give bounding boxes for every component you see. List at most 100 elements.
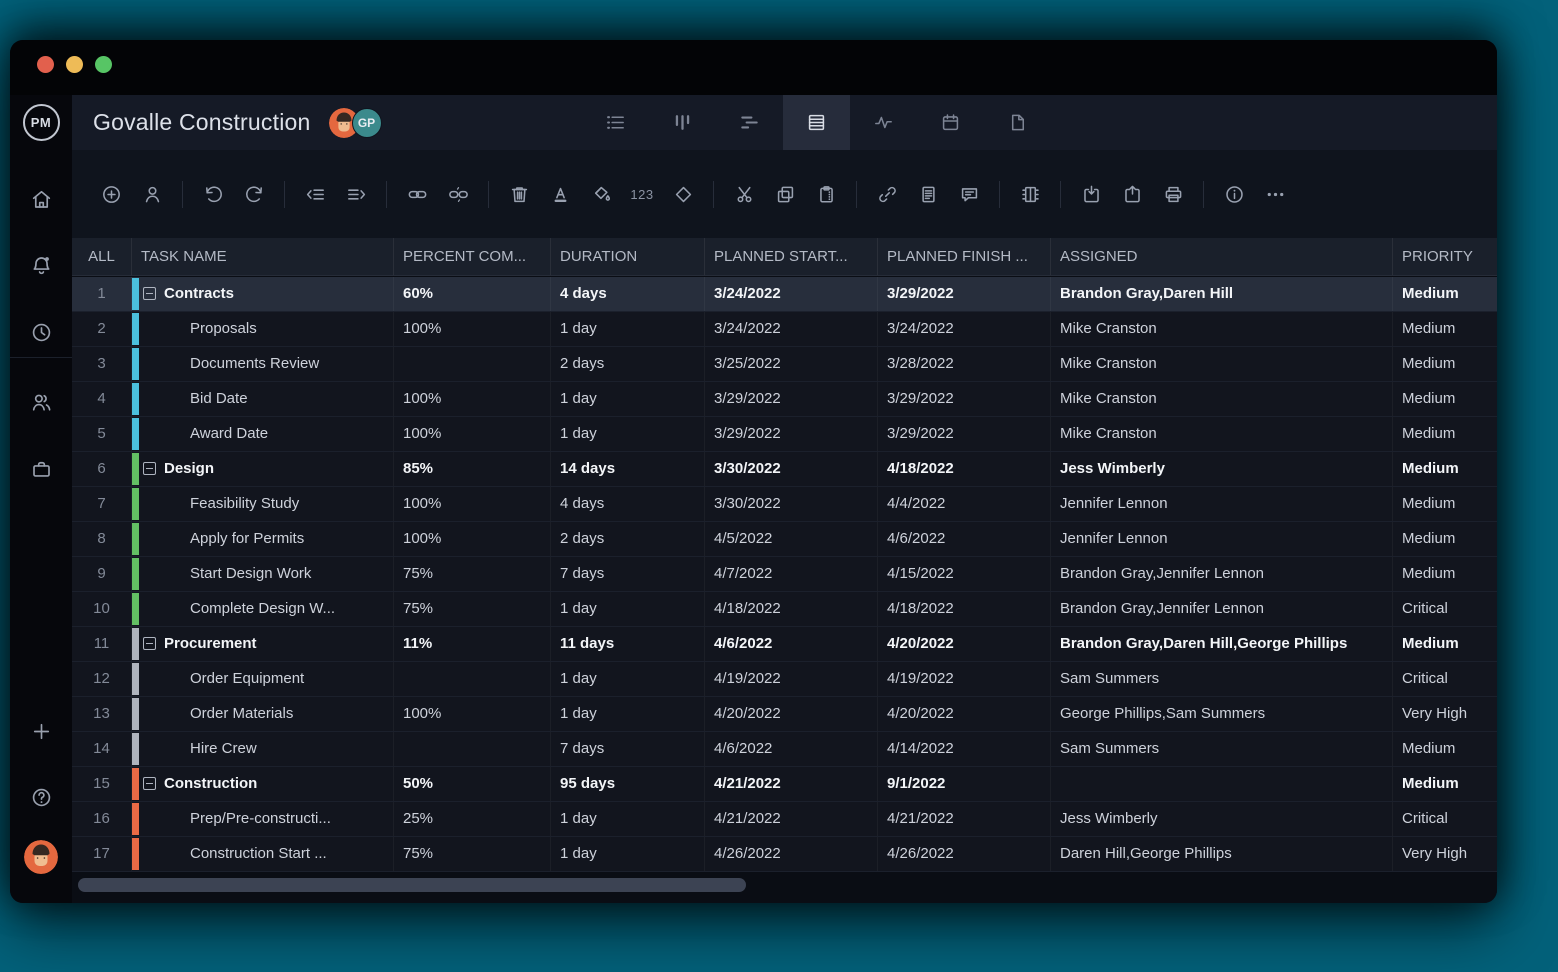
finish-cell[interactable]: 3/24/2022 xyxy=(878,312,1051,346)
priority-cell[interactable]: Medium xyxy=(1393,382,1497,416)
priority-cell[interactable]: Medium xyxy=(1393,452,1497,486)
table-row[interactable]: 12Order Equipment1 day4/19/20224/19/2022… xyxy=(72,662,1497,697)
priority-cell[interactable]: Medium xyxy=(1393,417,1497,451)
view-tab-gantt[interactable] xyxy=(716,95,783,150)
start-cell[interactable]: 3/24/2022 xyxy=(705,312,878,346)
start-cell[interactable]: 3/29/2022 xyxy=(705,382,878,416)
start-cell[interactable]: 3/30/2022 xyxy=(705,487,878,521)
sidebar-add-button[interactable] xyxy=(23,713,59,749)
duration-cell[interactable]: 1 day xyxy=(551,802,705,836)
finish-cell[interactable]: 4/4/2022 xyxy=(878,487,1051,521)
finish-cell[interactable]: 4/6/2022 xyxy=(878,522,1051,556)
start-cell[interactable]: 4/7/2022 xyxy=(705,557,878,591)
finish-cell[interactable]: 3/29/2022 xyxy=(878,417,1051,451)
priority-cell[interactable]: Medium xyxy=(1393,627,1497,661)
priority-cell[interactable]: Very High xyxy=(1393,697,1497,731)
percent-cell[interactable] xyxy=(394,732,551,766)
finish-cell[interactable]: 4/14/2022 xyxy=(878,732,1051,766)
task-name-cell[interactable]: Design xyxy=(132,452,394,486)
project-members[interactable]: GP xyxy=(329,108,382,138)
assigned-cell[interactable]: Mike Cranston xyxy=(1051,347,1393,381)
sidebar-home-button[interactable] xyxy=(23,181,59,217)
delete-button[interactable] xyxy=(502,177,536,211)
more-button[interactable] xyxy=(1258,177,1292,211)
duration-cell[interactable]: 1 day xyxy=(551,837,705,871)
cut-button[interactable] xyxy=(727,177,761,211)
duration-cell[interactable]: 1 day xyxy=(551,382,705,416)
column-header-percent-com[interactable]: PERCENT COM... xyxy=(394,238,551,276)
assigned-cell[interactable]: Brandon Gray,Jennifer Lennon xyxy=(1051,557,1393,591)
milestone-button[interactable] xyxy=(666,177,700,211)
start-cell[interactable]: 4/6/2022 xyxy=(705,627,878,661)
duration-cell[interactable]: 1 day xyxy=(551,312,705,346)
percent-cell[interactable]: 100% xyxy=(394,382,551,416)
task-name-cell[interactable]: Order Materials xyxy=(132,697,394,731)
assigned-cell[interactable]: Sam Summers xyxy=(1051,732,1393,766)
view-tab-sheet[interactable] xyxy=(783,95,850,150)
view-tab-document[interactable] xyxy=(984,95,1051,150)
start-cell[interactable]: 4/19/2022 xyxy=(705,662,878,696)
start-cell[interactable]: 4/5/2022 xyxy=(705,522,878,556)
percent-cell[interactable]: 100% xyxy=(394,487,551,521)
sidebar-portfolio-button[interactable] xyxy=(23,451,59,487)
task-name-cell[interactable]: Documents Review xyxy=(132,347,394,381)
column-header-all[interactable]: ALL xyxy=(72,238,132,276)
duration-cell[interactable]: 7 days xyxy=(551,732,705,766)
app-logo[interactable]: PM xyxy=(10,95,72,150)
percent-cell[interactable]: 25% xyxy=(394,802,551,836)
user-avatar[interactable] xyxy=(24,840,58,874)
finish-cell[interactable]: 4/19/2022 xyxy=(878,662,1051,696)
row-number[interactable]: 1 xyxy=(72,277,132,311)
assigned-cell[interactable]: Brandon Gray,Daren Hill,George Phillips xyxy=(1051,627,1393,661)
percent-cell[interactable]: 100% xyxy=(394,522,551,556)
redo-button[interactable] xyxy=(237,177,271,211)
duration-cell[interactable]: 1 day xyxy=(551,417,705,451)
add-task-button[interactable] xyxy=(94,177,128,211)
assigned-cell[interactable]: Brandon Gray,Jennifer Lennon xyxy=(1051,592,1393,626)
finish-cell[interactable]: 3/28/2022 xyxy=(878,347,1051,381)
assigned-cell[interactable]: Jess Wimberly xyxy=(1051,452,1393,486)
start-cell[interactable]: 3/24/2022 xyxy=(705,277,878,311)
row-number[interactable]: 6 xyxy=(72,452,132,486)
row-number[interactable]: 16 xyxy=(72,802,132,836)
collapse-icon[interactable] xyxy=(143,637,156,650)
table-row[interactable]: 7Feasibility Study100%4 days3/30/20224/4… xyxy=(72,487,1497,522)
finish-cell[interactable]: 4/18/2022 xyxy=(878,452,1051,486)
start-cell[interactable]: 3/25/2022 xyxy=(705,347,878,381)
duration-cell[interactable]: 2 days xyxy=(551,347,705,381)
table-row[interactable]: 14Hire Crew7 days4/6/20224/14/2022Sam Su… xyxy=(72,732,1497,767)
task-name-cell[interactable]: Apply for Permits xyxy=(132,522,394,556)
finish-cell[interactable]: 3/29/2022 xyxy=(878,382,1051,416)
table-row[interactable]: 13Order Materials100%1 day4/20/20224/20/… xyxy=(72,697,1497,732)
row-number[interactable]: 10 xyxy=(72,592,132,626)
duration-cell[interactable]: 1 day xyxy=(551,697,705,731)
row-number[interactable]: 15 xyxy=(72,767,132,801)
sidebar-help-button[interactable] xyxy=(23,779,59,815)
row-number[interactable]: 11 xyxy=(72,627,132,661)
table-row[interactable]: 4Bid Date100%1 day3/29/20223/29/2022Mike… xyxy=(72,382,1497,417)
export-button[interactable] xyxy=(1115,177,1149,211)
indent-button[interactable] xyxy=(339,177,373,211)
column-header-planned-start[interactable]: PLANNED START... xyxy=(705,238,878,276)
row-number[interactable]: 8 xyxy=(72,522,132,556)
row-number[interactable]: 13 xyxy=(72,697,132,731)
finish-cell[interactable]: 4/20/2022 xyxy=(878,627,1051,661)
start-cell[interactable]: 4/21/2022 xyxy=(705,767,878,801)
priority-cell[interactable]: Medium xyxy=(1393,277,1497,311)
task-name-cell[interactable]: Feasibility Study xyxy=(132,487,394,521)
duration-cell[interactable]: 4 days xyxy=(551,487,705,521)
assigned-cell[interactable]: Mike Cranston xyxy=(1051,417,1393,451)
finish-cell[interactable]: 4/21/2022 xyxy=(878,802,1051,836)
row-number[interactable]: 3 xyxy=(72,347,132,381)
start-cell[interactable]: 4/26/2022 xyxy=(705,837,878,871)
percent-cell[interactable]: 100% xyxy=(394,417,551,451)
duration-cell[interactable]: 14 days xyxy=(551,452,705,486)
finish-cell[interactable]: 4/18/2022 xyxy=(878,592,1051,626)
minimize-button[interactable] xyxy=(66,56,83,73)
priority-cell[interactable]: Medium xyxy=(1393,487,1497,521)
horizontal-scrollbar[interactable] xyxy=(78,878,746,892)
priority-cell[interactable]: Critical xyxy=(1393,592,1497,626)
assigned-cell[interactable]: Mike Cranston xyxy=(1051,312,1393,346)
row-number[interactable]: 2 xyxy=(72,312,132,346)
column-header-priority[interactable]: PRIORITY xyxy=(1393,238,1497,276)
